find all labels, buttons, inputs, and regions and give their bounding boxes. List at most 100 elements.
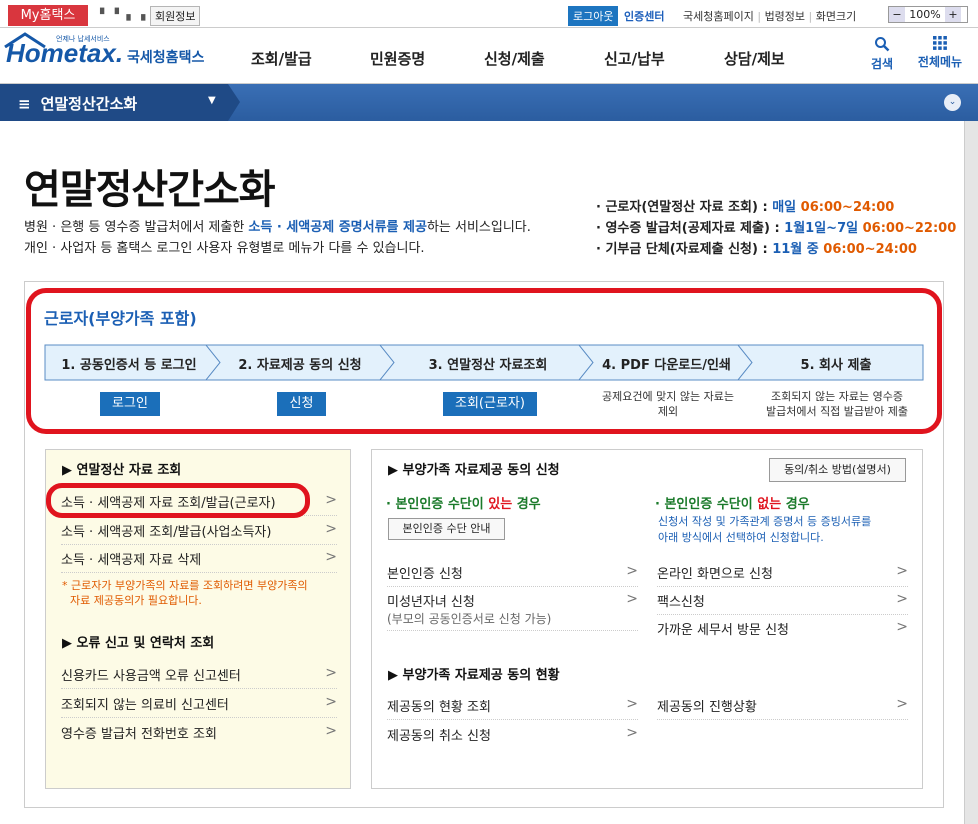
no-auth-desc-line: 아래 방식에서 선택하여 신청합니다. [658,531,824,544]
list-item-self-auth[interactable]: 본인인증 신청 > [387,563,638,587]
no-auth-emphasis: 없는 [757,497,782,512]
utility-bar: My홈택스 ▘▝ ▖▗ 회원정보 로그아웃 인증센터 국세청홈페이지 | 법령정… [0,0,978,28]
all-menu-label: 전체메뉴 [917,55,963,69]
nav-civil-cert[interactable]: 민원증명 [370,48,425,69]
zoom-out-button[interactable]: − [889,7,905,22]
chevron-right-icon: > [896,563,908,579]
auth-guide-button[interactable]: 본인인증 수단 안내 [388,518,505,540]
hometax-logo[interactable]: 언제나 납세서비스 Hometax. 국세청홈택스 [6,35,205,69]
law-info-link[interactable]: 법령정보 [765,10,805,23]
triangle-bullet-icon: ▶ [388,668,403,683]
section-title-status: ▶ 부양가족 자료제공 동의 현황 [388,664,560,683]
logout-button[interactable]: 로그아웃 [568,6,619,26]
schedule-worker: · 근로자(연말정산 자료 조회) : 매일 06:00~24:00 [596,196,894,215]
all-menu-button[interactable]: 전체메뉴 [912,36,968,70]
page-title: 연말정산간소화 [24,167,276,213]
list-item-fax[interactable]: 팩스신청 > [657,591,908,615]
page-description-1: 병원 · 은행 등 영수증 발급처에서 제출한 소득 · 세액공제 증명서류를 … [24,216,531,235]
zoom-in-button[interactable]: + [945,7,961,22]
list-item-card-error[interactable]: 신용카드 사용금액 오류 신고센터 > [61,665,337,689]
my-hometax-button[interactable]: My홈택스 [8,5,88,26]
list-item-business[interactable]: 소득 · 세액공제 조회/발급(사업소득자) > [61,521,337,545]
member-info-button[interactable]: 회원정보 [150,6,201,26]
schedule-time: 06:00~22:00 [862,221,957,236]
grid-menu-icon [933,36,947,50]
schedule-donation: · 기부금 단체(자료제출 신청) : 11월 중 06:00~24:00 [596,238,917,257]
section-title-text: 부양가족 자료제공 동의 신청 [402,463,560,478]
has-auth-title: · 본인인증 수단이 있는 경우 [386,493,541,512]
list-item-online[interactable]: 온라인 화면으로 신청 > [657,563,908,587]
chevron-right-icon: > [896,696,908,712]
warning-line: 자료 제공동의가 필요합니다. [70,594,202,607]
no-auth-description: 신청서 작성 및 가족관계 증명서 등 증빙서류를 아래 방식에서 선택하여 신… [658,514,918,546]
schedule-time: 06:00~24:00 [823,242,917,257]
consent-method-button[interactable]: 동의/취소 방법(설명서) [769,458,906,482]
pdf-note-line: 제외 [657,405,679,418]
login-button[interactable]: 로그인 [100,392,160,416]
schedule-issuer: · 영수증 발급처(공제자료 제출) : 1월1일~7일 06:00~22:00 [596,217,956,236]
triangle-bullet-icon: ▶ [62,636,77,651]
util-links: 국세청홈페이지 | 법령정보 | 화면크기 [683,10,857,23]
step-4: 4. PDF 다운로드/인쇄 [602,358,731,373]
section-title-inquiry: ▶ 연말정산 자료 조회 [62,459,181,478]
list-item-label: 영수증 발급처 전화번호 조회 [61,727,217,742]
pdf-note-line: 공제요건에 맞지 않는 자료는 [602,390,734,403]
triangle-bullet-icon: ▶ [62,463,77,478]
schedule-label: · 기부금 단체(자료제출 신청) : [596,242,773,257]
zoom-value: 100% [909,8,941,21]
step-3: 3. 연말정산 자료조회 [428,358,548,373]
current-menu-label: 연말정산간소화 [40,95,138,113]
list-item-label: 제공동의 취소 신청 [387,729,491,744]
scrollbar[interactable] [964,121,978,824]
list-item-minor[interactable]: 미성년자녀 신청 (부모의 공동인증서로 신청 가능) > [387,591,638,631]
list-item-medical[interactable]: 조회되지 않는 의료비 신고센터 > [61,694,337,718]
chevron-right-icon: > [896,591,908,607]
schedule-label: · 영수증 발급처(공제자료 제출) : [596,221,785,236]
nav-apply-submit[interactable]: 신청/제출 [484,48,545,69]
step-2: 2. 자료제공 동의 신청 [238,358,362,373]
nts-homepage-link[interactable]: 국세청홈페이지 [683,10,754,23]
screen-size-label: 화면크기 [815,10,857,23]
no-auth-text-end: 경우 [781,497,810,512]
list-item-label: 미성년자녀 신청 [387,595,475,610]
list-item-label: 소득 · 세액공제 조회/발급(사업소득자) [61,525,272,540]
list-item-phone[interactable]: 영수증 발급처 전화번호 조회 > [61,723,337,747]
minor-subtext: (부모의 공동인증서로 신청 가능) [387,612,552,626]
list-item-visit[interactable]: 가까운 세무서 방문 신청 > [657,619,908,643]
page-description-2: 개인 · 사업자 등 홈택스 로그인 사용자 유형별로 메뉴가 다를 수 있습니… [24,241,425,256]
list-item-label: 본인인증 신청 [387,567,463,582]
triangle-bullet-icon: ▶ [388,463,403,478]
list-item-label: 온라인 화면으로 신청 [657,567,773,582]
inquiry-worker-button[interactable]: 조회(근로자) [443,392,537,416]
dependent-warning: * 근로자가 부양가족의 자료를 조회하려면 부양가족의 자료 제공동의가 필요… [62,578,347,608]
search-label: 검색 [870,57,894,71]
chevron-right-icon: > [325,723,337,739]
current-menu-title[interactable]: ≡ 연말정산간소화 [18,93,137,114]
submit-note-line: 조회되지 않는 자료는 영수증 [771,390,903,403]
expand-circle-icon[interactable]: ⌄ [944,94,961,111]
no-auth-title: · 본인인증 수단이 없는 경우 [655,493,810,512]
list-item-cancel[interactable]: 제공동의 취소 신청 > [387,725,638,749]
cert-center-link[interactable]: 인증센터 [624,8,664,24]
dropdown-caret-icon[interactable]: ▼ [208,95,216,106]
chevron-right-icon: > [896,619,908,635]
nav-report-pay[interactable]: 신고/납부 [604,48,665,69]
section-title-text: 오류 신고 및 연락처 조회 [76,636,215,651]
search-button[interactable]: 검색 [866,36,898,72]
list-item-delete[interactable]: 소득 · 세액공제 자료 삭제 > [61,549,337,573]
process-steps: 1. 공동인증서 등 로그인 2. 자료제공 동의 신청 3. 연말정산 자료조… [44,344,924,381]
desc-text: 병원 · 은행 등 영수증 발급처에서 제출한 [24,220,249,235]
logo-tagline: 언제나 납세서비스 [56,35,110,43]
has-auth-text-end: 경우 [512,497,541,512]
section-title-error: ▶ 오류 신고 및 연락처 조회 [62,632,214,651]
step-5: 5. 회사 제출 [800,358,872,373]
list-item-status-inquiry[interactable]: 제공동의 현황 조회 > [387,696,638,720]
schedule-time: 06:00~24:00 [800,200,895,215]
desc-text-end: 하는 서비스입니다. [426,220,531,235]
logo-subtext: 국세청홈택스 [127,50,205,66]
list-item-progress[interactable]: 제공동의 진행상황 > [657,696,908,720]
nav-inquiry-issue[interactable]: 조회/발급 [251,48,312,69]
nav-consult-report[interactable]: 상담/제보 [724,48,785,69]
apply-button[interactable]: 신청 [277,392,326,416]
warning-line: * 근로자가 부양가족의 자료를 조회하려면 부양가족의 [62,579,308,592]
